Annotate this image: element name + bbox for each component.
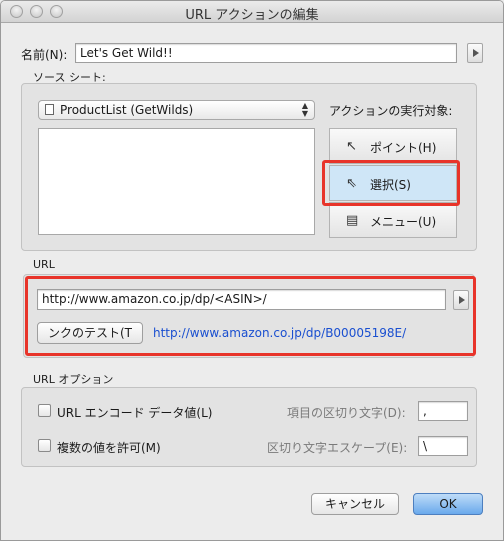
ok-button[interactable]: OK [413, 493, 483, 515]
pointer-cursor-icon: ↖ [346, 139, 357, 154]
url-highlight-box [25, 276, 476, 356]
target-menu-button[interactable]: ▤ メニュー(U) [329, 202, 457, 238]
url-section-label: URL [33, 258, 55, 271]
window-title: URL アクションの編集 [185, 8, 319, 23]
target-pointer-button[interactable]: ↖ ポイント(H) [329, 128, 457, 164]
url-action-dialog: URL アクションの編集 名前(N): Let's Get Wild!! ソース… [0, 0, 504, 541]
test-link-button[interactable]: ンクのテスト(T [37, 322, 143, 344]
select-highlight-box [322, 160, 460, 206]
test-result-link[interactable]: http://www.amazon.co.jp/dp/B000051​98E/ [153, 326, 406, 340]
item-separator-field[interactable]: , [418, 401, 468, 421]
escape-char-label: 区切り文字エスケープ(E): [267, 441, 408, 455]
item-separator-label: 項目の区切り文字(D): [287, 406, 406, 420]
field-list[interactable] [38, 128, 315, 235]
target-label: アクションの実行対象: [329, 104, 453, 118]
title-bar: URL アクションの編集 [1, 1, 503, 23]
multi-values-checkbox[interactable] [38, 439, 51, 452]
sheet-popup[interactable]: ProductList (GetWilds) ▲ ▼ [38, 100, 315, 120]
encode-checkbox[interactable] [38, 404, 51, 417]
encode-label: URL エンコード データ値(L) [57, 406, 213, 420]
escape-char-field[interactable]: \ [418, 436, 468, 456]
popup-arrows-icon: ▲ ▼ [301, 101, 308, 118]
url-options-label: URL オプション [33, 373, 114, 386]
menu-cursor-icon: ▤ [346, 213, 359, 228]
url-insert-arrow-button[interactable] [453, 290, 469, 310]
document-icon [45, 104, 54, 115]
name-insert-arrow-button[interactable] [467, 43, 483, 63]
cancel-button[interactable]: キャンセル [311, 493, 399, 515]
target-menu-label: メニュー(U) [370, 215, 437, 229]
multi-values-label: 複数の値を許可(M) [57, 441, 161, 455]
target-pointer-label: ポイント(H) [370, 141, 437, 155]
sheet-popup-value: ProductList (GetWilds) [60, 103, 194, 117]
name-label: 名前(N): [21, 48, 68, 62]
name-field[interactable]: Let's Get Wild!! [75, 43, 457, 63]
url-field[interactable]: http://www.amazon.co.jp/dp/<ASIN>/ [37, 289, 446, 310]
